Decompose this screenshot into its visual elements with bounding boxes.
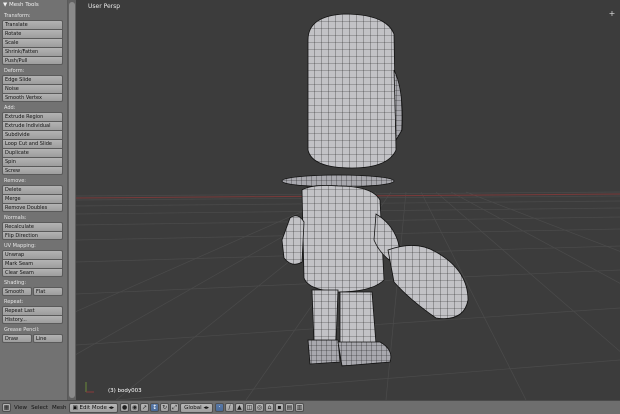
proportional-edit-icon[interactable]: ◎ (254, 403, 264, 412)
transform-section-title: Transform: (4, 13, 31, 19)
layer-icon[interactable]: ▥ (294, 403, 304, 412)
loop-cut-slide-button[interactable]: Loop Cut and Slide (2, 139, 63, 148)
select-menu[interactable]: Select (29, 403, 50, 413)
3d-view-header: ▦ View Select Mesh ▣ Edit Mode ◂▸ ● ◉ ↗ … (0, 400, 620, 414)
rotate-button[interactable]: Rotate (2, 29, 63, 38)
smooth-vertex-button[interactable]: Smooth Vertex (2, 93, 63, 102)
tool-shelf: ▼ Mesh Tools Transform: Translate Rotate… (0, 0, 68, 400)
push-pull-button[interactable]: Push/Pull (2, 56, 63, 65)
edge-select-icon[interactable]: / (224, 403, 234, 412)
recalculate-button[interactable]: Recalculate (2, 222, 63, 231)
uv-mapping-section-title: UV Mapping: (4, 243, 36, 249)
grease-line-button[interactable]: Line (33, 334, 63, 343)
chevron-down-icon: ◂▸ (203, 404, 209, 411)
shading-section-title: Shading: (4, 280, 26, 286)
snap-toggle-icon[interactable]: ⌂ (264, 403, 274, 412)
screw-button[interactable]: Screw (2, 166, 63, 175)
unwrap-button[interactable]: Unwrap (2, 250, 63, 259)
delete-button[interactable]: Delete (2, 185, 63, 194)
flip-direction-button[interactable]: Flip Direction (2, 231, 63, 240)
extrude-individual-button[interactable]: Extrude Individual (2, 121, 63, 130)
pivot-point-icon[interactable]: ◉ (130, 403, 140, 412)
character-mesh (281, 13, 469, 367)
subdivide-button[interactable]: Subdivide (2, 130, 63, 139)
repeat-section-title: Repeat: (4, 299, 24, 305)
deform-section-title: Deform: (4, 68, 25, 74)
duplicate-button[interactable]: Duplicate (2, 148, 63, 157)
orientation-label: Global (184, 404, 202, 411)
normals-section-title: Normals: (4, 215, 27, 221)
axis-gizmo (85, 382, 94, 393)
mode-selector[interactable]: ▣ Edit Mode ◂▸ (68, 402, 119, 413)
shade-flat-button[interactable]: Flat (33, 287, 63, 296)
face-select-icon[interactable]: ▲ (234, 403, 244, 412)
rotate-manipulator-icon[interactable]: ↻ (160, 403, 170, 412)
translate-manipulator-icon[interactable]: ↕ (150, 403, 160, 412)
grease-pencil-section-title: Grease Pencil: (4, 327, 40, 333)
render-icon[interactable]: ▤ (284, 403, 294, 412)
shrink-fatten-button[interactable]: Shrink/Fatten (2, 47, 63, 56)
noise-button[interactable]: Noise (2, 84, 63, 93)
extrude-region-button[interactable]: Extrude Region (2, 112, 63, 121)
spin-button[interactable]: Spin (2, 157, 63, 166)
tool-shelf-scrollbar[interactable] (68, 0, 76, 400)
scale-button[interactable]: Scale (2, 38, 63, 47)
mesh-menu[interactable]: Mesh (50, 403, 68, 413)
clear-seam-button[interactable]: Clear Seam (2, 268, 63, 277)
remove-doubles-button[interactable]: Remove Doubles (2, 203, 63, 212)
viewport-split-plus-icon[interactable]: + (608, 10, 616, 18)
mark-seam-button[interactable]: Mark Seam (2, 259, 63, 268)
limit-selection-icon[interactable]: ◫ (244, 403, 254, 412)
active-object-label: (3) body003 (108, 388, 142, 394)
view-perspective-label: User Persp (88, 3, 121, 10)
mode-selector-label: Edit Mode (79, 404, 107, 411)
viewport-shading-icon[interactable]: ● (120, 403, 130, 412)
edge-slide-button[interactable]: Edge Slide (2, 75, 63, 84)
snap-element-icon[interactable]: ▪ (274, 403, 284, 412)
grease-pencil-button-row: Draw Line (2, 334, 63, 343)
manipulator-toggle-icon[interactable]: ↗ (140, 403, 150, 412)
editor-type-icon[interactable]: ▦ (2, 403, 11, 412)
scrollbar-thumb[interactable] (69, 2, 75, 398)
add-section-title: Add: (4, 105, 16, 111)
repeat-last-button[interactable]: Repeat Last (2, 306, 63, 315)
translate-button[interactable]: Translate (2, 20, 63, 29)
shading-button-row: Smooth Flat (2, 287, 63, 296)
grease-draw-button[interactable]: Draw (2, 334, 32, 343)
remove-section-title: Remove: (4, 178, 26, 184)
scale-manipulator-icon[interactable]: ⤢ (170, 403, 180, 412)
3d-viewport[interactable]: User Persp (3) body003 + (76, 0, 620, 400)
merge-button[interactable]: Merge (2, 194, 63, 203)
history-button[interactable]: History... (2, 315, 63, 324)
chevron-down-icon: ◂▸ (108, 404, 115, 411)
view-menu[interactable]: View (12, 403, 29, 413)
vertex-select-icon[interactable]: · (214, 403, 224, 412)
orientation-selector[interactable]: Global ◂▸ (180, 402, 213, 413)
edit-mode-icon: ▣ (72, 404, 78, 411)
mesh-tools-panel-header[interactable]: ▼ Mesh Tools (0, 0, 67, 10)
shade-smooth-button[interactable]: Smooth (2, 287, 32, 296)
viewport-canvas (76, 13, 620, 400)
